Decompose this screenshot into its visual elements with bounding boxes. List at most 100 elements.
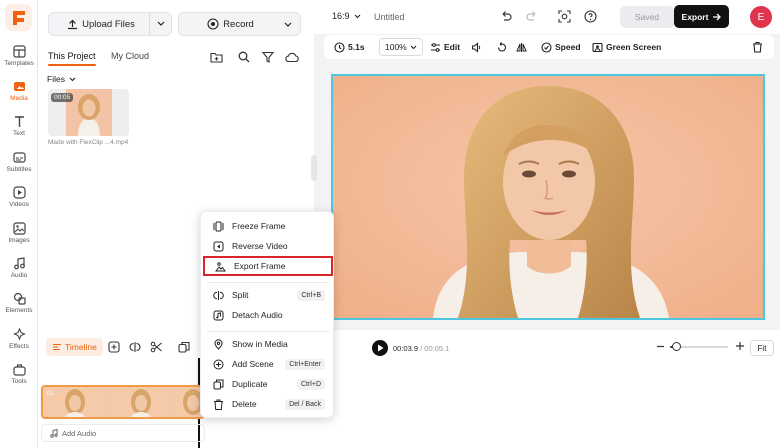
timeline-label: Timeline <box>65 342 97 352</box>
menu-item-label: Split <box>232 290 249 300</box>
menu-divider <box>207 331 329 332</box>
chevron-down-icon <box>69 77 76 81</box>
menu-item-duplicate[interactable]: Duplicate Ctrl+D <box>201 374 335 394</box>
rail-item-subtitles[interactable]: Subtitles <box>0 151 38 173</box>
edit-label: Edit <box>444 42 461 52</box>
effects-icon <box>12 328 26 341</box>
help-button[interactable] <box>584 10 597 23</box>
chevron-down-icon <box>157 21 164 26</box>
speed-label: Speed <box>555 42 581 52</box>
rail-item-audio[interactable]: Audio <box>0 257 38 279</box>
cloud-button[interactable] <box>282 47 302 67</box>
menu-item-delete[interactable]: Delete Del / Back <box>201 394 335 414</box>
green-screen-label: Green Screen <box>606 42 662 52</box>
user-avatar[interactable]: E <box>750 6 772 28</box>
arrow-right-icon <box>713 13 722 20</box>
split-tool-button[interactable] <box>129 341 141 353</box>
rail-item-text[interactable]: Text <box>0 115 38 137</box>
upload-icon <box>68 19 78 29</box>
menu-item-label: Freeze Frame <box>232 221 286 231</box>
record-button[interactable]: Record <box>178 12 301 36</box>
menu-item-reverse-video[interactable]: Reverse Video <box>201 236 335 256</box>
elements-icon <box>13 292 26 305</box>
new-folder-button[interactable] <box>206 47 226 67</box>
rail-label: Audio <box>10 272 28 279</box>
tab-label: My Cloud <box>111 51 150 61</box>
rail-label: Templates <box>4 60 34 67</box>
export-button[interactable]: Export <box>674 5 729 28</box>
add-scene-icon <box>213 359 223 369</box>
rail-item-elements[interactable]: Elements <box>0 292 38 314</box>
chevron-down-icon[interactable] <box>284 22 292 28</box>
green-screen-button[interactable]: Green Screen <box>592 35 661 59</box>
rail-label: Subtitles <box>6 166 32 173</box>
menu-item-detach-audio[interactable]: Detach Audio <box>201 305 335 325</box>
scissors-icon <box>150 341 162 353</box>
split-icon <box>212 290 224 300</box>
minus-icon <box>657 345 664 348</box>
duplicate-tool-button[interactable] <box>178 341 190 353</box>
add-track-button[interactable] <box>108 341 120 353</box>
zoom-out-button[interactable] <box>656 342 665 351</box>
search-button[interactable] <box>234 47 254 67</box>
time-readout: 00:03.9 / 00:05.1 <box>393 344 449 353</box>
shortcut-label: Ctrl+Enter <box>285 358 325 370</box>
menu-item-export-frame[interactable]: Export Frame <box>203 256 333 276</box>
redo-button[interactable] <box>526 10 538 22</box>
upload-files-button[interactable]: Upload Files <box>48 12 172 36</box>
green-screen-icon <box>592 42 603 52</box>
add-audio-track[interactable]: Add Audio <box>41 424 205 442</box>
media-file-thumbnail[interactable]: 00:05 <box>48 89 129 136</box>
flip-icon <box>516 42 527 52</box>
menu-item-add-scene[interactable]: Add Scene Ctrl+Enter <box>201 354 335 374</box>
tab-this-project[interactable]: This Project <box>48 51 96 66</box>
zoom-select[interactable]: 100% <box>379 38 423 56</box>
timeline-toggle[interactable]: Timeline <box>46 338 103 356</box>
help-icon <box>584 10 597 23</box>
delete-clip-button[interactable] <box>752 35 763 59</box>
total-time: / 00:05.1 <box>420 344 450 353</box>
edit-button[interactable]: Edit <box>430 35 460 59</box>
fit-button[interactable]: Fit <box>750 340 774 356</box>
rail-item-effects[interactable]: Effects <box>0 328 38 350</box>
project-title[interactable]: Untitled <box>374 12 405 22</box>
speed-button[interactable]: Speed <box>541 35 581 59</box>
tab-my-cloud[interactable]: My Cloud <box>111 51 149 61</box>
panel-collapse-handle[interactable] <box>311 155 317 181</box>
aspect-ratio-value: 16:9 <box>332 11 350 21</box>
rail-item-media[interactable]: Media <box>0 80 38 102</box>
scissors-button[interactable] <box>150 341 162 353</box>
rail-label: Text <box>13 130 25 137</box>
rotate-button[interactable] <box>496 35 507 59</box>
files-section-toggle[interactable]: Files <box>47 74 76 84</box>
folder-add-icon <box>209 52 223 63</box>
menu-item-label: Detach Audio <box>232 310 283 320</box>
preview-button[interactable] <box>558 10 571 23</box>
rail-item-tools[interactable]: Tools <box>0 363 38 385</box>
flexclip-logo[interactable] <box>5 4 32 31</box>
video-clip[interactable]: 01 <box>41 385 205 419</box>
menu-item-freeze-frame[interactable]: Freeze Frame <box>201 216 335 236</box>
menu-item-split[interactable]: Split Ctrl+B <box>201 285 335 305</box>
duration-button[interactable]: 5.1s <box>334 35 365 59</box>
aspect-ratio-select[interactable]: 16:9 <box>332 11 361 21</box>
flip-button[interactable] <box>516 35 527 59</box>
filter-button[interactable] <box>258 47 278 67</box>
rail-item-images[interactable]: Images <box>0 222 38 244</box>
images-icon <box>12 222 26 235</box>
add-square-icon <box>108 341 120 353</box>
timeline-zoom-slider[interactable] <box>670 342 728 351</box>
redo-icon <box>526 11 536 21</box>
rail-item-videos[interactable]: Videos <box>0 186 38 208</box>
detach-audio-icon <box>213 310 223 320</box>
duration-value: 5.1s <box>348 42 365 52</box>
menu-item-show-in-media[interactable]: Show in Media <box>201 334 335 354</box>
upload-options-dropdown[interactable] <box>149 13 171 35</box>
undo-button[interactable] <box>500 10 512 22</box>
video-canvas[interactable] <box>331 74 765 320</box>
rail-item-templates[interactable]: Templates <box>0 45 38 67</box>
play-button[interactable] <box>372 340 388 356</box>
zoom-in-button[interactable] <box>735 341 745 351</box>
volume-button[interactable] <box>471 35 482 59</box>
record-label: Record <box>223 18 254 30</box>
